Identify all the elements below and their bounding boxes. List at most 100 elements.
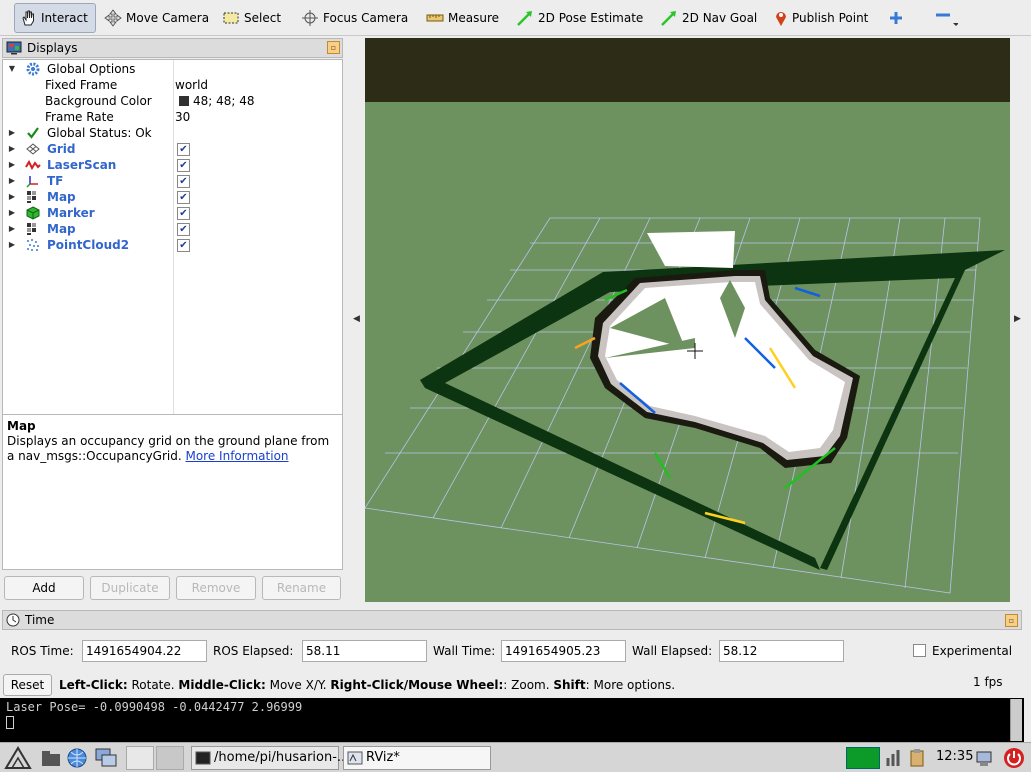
ros-time-field[interactable]: 1491654904.22 xyxy=(82,640,207,662)
frame-rate-value[interactable]: 30 xyxy=(175,109,190,125)
wall-time-field[interactable]: 1491654905.23 xyxy=(501,640,626,662)
tf-checkbox[interactable]: ✔ xyxy=(177,175,190,188)
time-title: Time xyxy=(25,613,55,627)
description-box: Map Displays an occupancy grid on the gr… xyxy=(2,414,343,570)
collapsed-arrow-icon[interactable]: ▶ xyxy=(7,205,17,221)
map-icon xyxy=(27,191,36,203)
workspace-1[interactable] xyxy=(126,746,154,770)
render-view[interactable] xyxy=(365,38,1010,602)
map-checkbox[interactable]: ✔ xyxy=(177,191,190,204)
workspace-2[interactable] xyxy=(156,746,184,770)
map-2-checkbox[interactable]: ✔ xyxy=(177,223,190,236)
ros-elapsed-field[interactable]: 58.11 xyxy=(302,640,427,662)
tree-row-marker[interactable]: ▶ Marker ✔ xyxy=(3,205,342,221)
fixed-frame-value[interactable]: world xyxy=(175,77,208,93)
expanded-arrow-icon[interactable]: ▼ xyxy=(7,61,17,77)
tree-row-grid[interactable]: ▶ Grid ✔ xyxy=(3,141,342,157)
scene-3d[interactable] xyxy=(365,38,1010,602)
marker-checkbox[interactable]: ✔ xyxy=(177,207,190,220)
publish-point-tool-button[interactable]: Publish Point xyxy=(770,3,872,33)
browser-globe-icon[interactable] xyxy=(66,747,88,769)
pose-estimate-tool-button[interactable]: 2D Pose Estimate xyxy=(512,3,647,33)
ruler-icon xyxy=(426,14,444,22)
collapsed-arrow-icon[interactable]: ▶ xyxy=(7,189,17,205)
close-icon[interactable]: ▫ xyxy=(327,41,340,54)
task-terminal-label: /home/pi/husarion-... xyxy=(214,750,350,765)
tree-row-global-status[interactable]: ▶ Global Status: Ok xyxy=(3,125,342,141)
add-button[interactable]: Add xyxy=(4,576,84,600)
collapsed-arrow-icon[interactable]: ▶ xyxy=(7,141,17,157)
collapsed-arrow-icon[interactable]: ▶ xyxy=(7,157,17,173)
focus-camera-tool-button[interactable]: Focus Camera xyxy=(297,3,412,33)
rename-button[interactable]: Rename xyxy=(262,576,341,600)
nav-goal-label: 2D Nav Goal xyxy=(682,11,758,25)
tree-row-map-2[interactable]: ▶ Map ✔ xyxy=(3,221,342,237)
clock[interactable]: 12:35 xyxy=(936,749,973,764)
tf-axes-icon xyxy=(26,176,38,188)
move-camera-tool-button[interactable]: Move Camera xyxy=(100,3,213,33)
interact-tool-button[interactable]: Interact xyxy=(14,3,96,33)
help-right-key: Right-Click/Mouse Wheel: xyxy=(330,678,504,692)
interact-label: Interact xyxy=(41,11,88,25)
taskbar-rviz-window[interactable]: RViz* xyxy=(343,746,491,770)
more-information-link[interactable]: More Information xyxy=(185,449,288,463)
ros-time-label: ROS Time: xyxy=(11,644,74,658)
tree-row-global-options[interactable]: ▼ Global Options xyxy=(3,61,342,77)
clock-icon xyxy=(6,613,20,627)
nav-goal-tool-button[interactable]: 2D Nav Goal xyxy=(656,3,761,33)
close-icon[interactable]: ▫ xyxy=(1005,614,1018,627)
experimental-checkbox[interactable] xyxy=(913,644,926,657)
taskbar-terminal-window[interactable]: /home/pi/husarion-... xyxy=(191,746,349,770)
terminal-scrollbar[interactable] xyxy=(1010,699,1022,741)
wall-elapsed-field[interactable]: 58.12 xyxy=(719,640,844,662)
display-label-laserscan: LaserScan xyxy=(47,158,117,172)
tree-row-laserscan[interactable]: ▶ LaserScan ✔ xyxy=(3,157,342,173)
focus-camera-icon xyxy=(302,10,318,26)
global-status-label: Global Status: Ok xyxy=(47,126,152,140)
windows-icon[interactable] xyxy=(94,747,118,769)
displays-title: Displays xyxy=(27,41,78,55)
collapsed-arrow-icon[interactable]: ▶ xyxy=(7,221,17,237)
ros-elapsed-label: ROS Elapsed: xyxy=(213,644,294,658)
experimental-label: Experimental xyxy=(932,644,1013,658)
measure-tool-button[interactable]: Measure xyxy=(422,3,503,33)
display-lock-icon[interactable] xyxy=(974,748,994,768)
background-color-value[interactable]: 48; 48; 48 xyxy=(193,93,255,109)
grid-icon xyxy=(26,143,40,155)
laserscan-checkbox[interactable]: ✔ xyxy=(177,159,190,172)
tree-row-tf[interactable]: ▶ TF ✔ xyxy=(3,173,342,189)
pose-arrow-icon xyxy=(517,11,532,26)
tree-row-background-color[interactable]: Background Color 48; 48; 48 xyxy=(3,93,342,109)
tree-row-fixed-frame[interactable]: Fixed Frame world xyxy=(3,77,342,93)
collapsed-arrow-icon[interactable]: ▶ xyxy=(7,125,17,141)
duplicate-button[interactable]: Duplicate xyxy=(90,576,170,600)
collapse-left-arrow-icon[interactable]: ◀ xyxy=(353,314,360,324)
pointcloud2-checkbox[interactable]: ✔ xyxy=(177,239,190,252)
tree-row-pointcloud2[interactable]: ▶ PointCloud2 ✔ xyxy=(3,237,342,253)
horizon-sky xyxy=(365,38,1010,102)
tree-row-map-1[interactable]: ▶ Map ✔ xyxy=(3,189,342,205)
remove-button[interactable]: Remove xyxy=(176,576,256,600)
collapse-right-arrow-icon[interactable]: ▶ xyxy=(1014,314,1021,324)
collapsed-arrow-icon[interactable]: ▶ xyxy=(7,237,17,253)
power-icon[interactable] xyxy=(1003,747,1025,769)
color-swatch xyxy=(179,96,189,106)
file-manager-icon[interactable] xyxy=(40,748,62,768)
pose-estimate-label: 2D Pose Estimate xyxy=(538,11,644,25)
select-tool-button[interactable]: Select xyxy=(218,3,285,33)
grid-checkbox[interactable]: ✔ xyxy=(177,143,190,156)
remove-tool-button[interactable] xyxy=(930,3,962,33)
network-icon[interactable] xyxy=(884,748,904,768)
start-menu-icon[interactable] xyxy=(4,746,32,770)
reset-button[interactable]: Reset xyxy=(3,674,52,696)
displays-tree: ▼ Global Options Fixed Frame world Backg… xyxy=(2,59,343,430)
cpu-monitor xyxy=(846,747,880,769)
tree-row-frame-rate[interactable]: Frame Rate 30 xyxy=(3,109,342,125)
terminal[interactable]: Laser Pose= -0.0990498 -0.0442477 2.9699… xyxy=(0,698,1024,742)
collapsed-arrow-icon[interactable]: ▶ xyxy=(7,173,17,189)
help-text: Left-Click: Rotate. Middle-Click: Move X… xyxy=(59,678,675,692)
clipboard-icon[interactable] xyxy=(907,748,927,768)
add-tool-button[interactable] xyxy=(884,3,908,33)
wall-time-label: Wall Time: xyxy=(433,644,496,658)
checkmark-icon xyxy=(27,127,39,139)
